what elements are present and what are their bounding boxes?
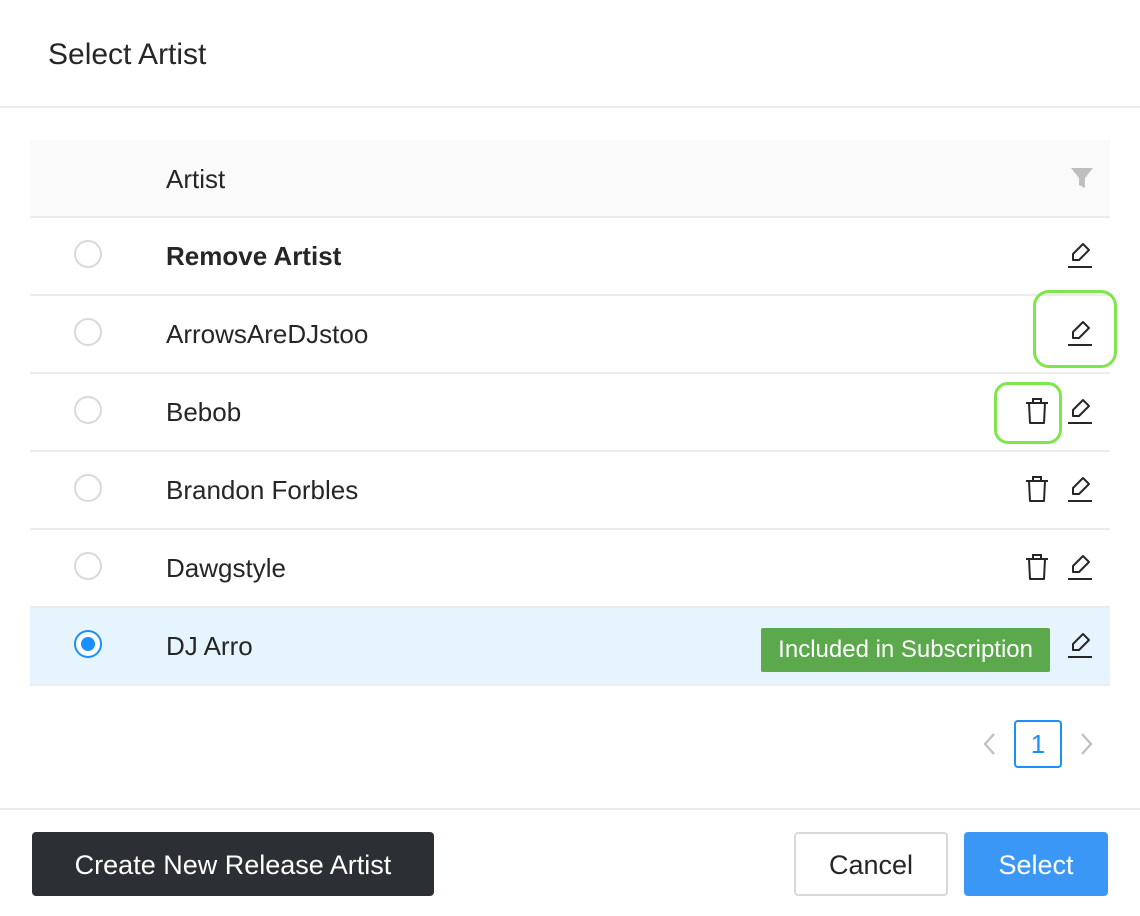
modal-header: Select Artist — [0, 0, 1140, 108]
chevron-right-icon[interactable] — [1074, 730, 1098, 758]
row-radio[interactable] — [74, 396, 102, 424]
edit-icon[interactable] — [1066, 240, 1094, 270]
filter-icon[interactable] — [1070, 167, 1094, 189]
table-row[interactable]: Dawgstyle — [30, 530, 1110, 608]
row-radio[interactable] — [74, 552, 102, 580]
edit-icon[interactable] — [1066, 552, 1094, 582]
delete-icon[interactable] — [1024, 552, 1050, 582]
delete-icon[interactable] — [1024, 396, 1050, 426]
pagination: 1 — [0, 720, 1140, 768]
artist-name: Bebob — [166, 397, 242, 427]
edit-icon[interactable] — [1066, 396, 1094, 426]
edit-icon[interactable] — [1066, 474, 1094, 504]
cancel-button[interactable]: Cancel — [794, 832, 948, 896]
create-new-release-artist-button[interactable]: Create New Release Artist — [32, 832, 434, 896]
column-header-artist: Artist — [166, 164, 226, 194]
table-row[interactable]: Brandon Forbles — [30, 452, 1110, 530]
table-row-selected[interactable]: DJ Arro Included in Subscription — [30, 608, 1110, 686]
artist-name: Remove Artist — [166, 241, 342, 271]
table-row[interactable]: Bebob — [30, 374, 1110, 452]
row-radio[interactable] — [74, 240, 102, 268]
artist-name: Dawgstyle — [166, 553, 286, 583]
modal-footer: Create New Release Artist Cancel Select — [0, 808, 1140, 916]
artist-name: Brandon Forbles — [166, 475, 359, 505]
table-row[interactable]: ArrowsAreDJstoo — [30, 296, 1110, 374]
artist-name: DJ Arro — [166, 631, 253, 661]
artist-table: Artist Remove Artist ArrowsAreDJstoo Beb… — [30, 140, 1110, 686]
modal-title: Select Artist — [48, 38, 207, 71]
select-button[interactable]: Select — [964, 832, 1108, 896]
edit-icon[interactable] — [1066, 630, 1094, 660]
artist-name: ArrowsAreDJstoo — [166, 319, 369, 349]
table-row[interactable]: Remove Artist — [30, 218, 1110, 296]
subscription-badge: Included in Subscription — [761, 628, 1050, 672]
select-artist-modal: Select Artist Artist Remove Artist Arrow… — [0, 0, 1140, 916]
row-radio[interactable] — [74, 474, 102, 502]
delete-icon[interactable] — [1024, 474, 1050, 504]
row-radio[interactable] — [74, 318, 102, 346]
row-radio-checked[interactable] — [74, 630, 102, 658]
table-header: Artist — [30, 140, 1110, 218]
page-number-current[interactable]: 1 — [1014, 720, 1062, 768]
edit-icon[interactable] — [1066, 318, 1094, 348]
chevron-left-icon[interactable] — [978, 730, 1002, 758]
